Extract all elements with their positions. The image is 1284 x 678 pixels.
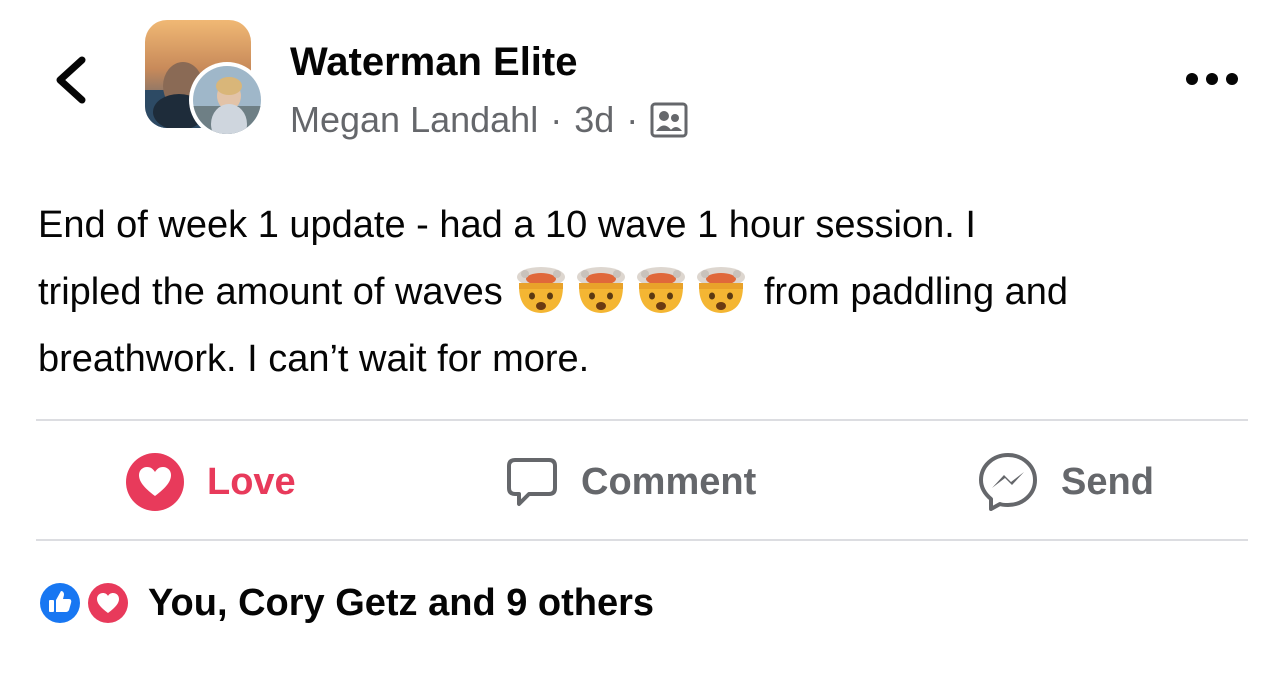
author-name[interactable]: Megan Landahl (290, 98, 538, 142)
messenger-icon (979, 453, 1037, 511)
divider (36, 539, 1248, 541)
reaction-icons (37, 580, 131, 626)
chevron-left-icon (56, 56, 86, 104)
comment-label: Comment (581, 460, 757, 503)
send-label: Send (1061, 460, 1154, 503)
exploding-head-emoji (577, 267, 626, 313)
post-text-segment: from paddling and (763, 271, 1069, 313)
divider (36, 419, 1248, 421)
reactions-text: You, Cory Getz and 9 others (148, 581, 655, 624)
post-text-segment: tripled the amount of waves (38, 271, 503, 313)
group-name[interactable]: Waterman Elite (290, 38, 577, 86)
love-reaction-icon (126, 453, 184, 511)
more-options-icon (1186, 73, 1238, 85)
like-reaction-icon (37, 580, 83, 626)
post-line: tripled the amount of waves from paddlin… (38, 259, 1258, 326)
love-label: Love (207, 460, 296, 503)
exploding-head-emoji (697, 267, 746, 313)
post-text: End of week 1 update - had a 10 wave 1 h… (38, 192, 1258, 393)
send-button[interactable]: Send (977, 446, 1154, 518)
more-options-button[interactable] (1182, 64, 1242, 94)
group-members-icon (650, 102, 688, 138)
love-button[interactable]: Love (125, 446, 296, 518)
post-meta: Megan Landahl · 3d · (290, 98, 688, 142)
comment-icon (507, 458, 557, 506)
love-reaction-icon (85, 580, 131, 626)
exploding-head-emoji (517, 267, 566, 313)
meta-separator: · (626, 99, 639, 140)
post-line: End of week 1 update - had a 10 wave 1 h… (38, 204, 976, 246)
meta-separator: · (550, 99, 563, 140)
post-time[interactable]: 3d (574, 98, 614, 142)
back-button[interactable] (48, 52, 96, 108)
comment-button[interactable]: Comment (505, 446, 756, 518)
emoji-group (513, 267, 753, 313)
user-avatar[interactable] (189, 62, 265, 138)
reactions-summary[interactable]: You, Cory Getz and 9 others (36, 578, 654, 628)
exploding-head-emoji (637, 267, 686, 313)
post-line: breathwork. I can’t wait for more. (38, 338, 590, 380)
